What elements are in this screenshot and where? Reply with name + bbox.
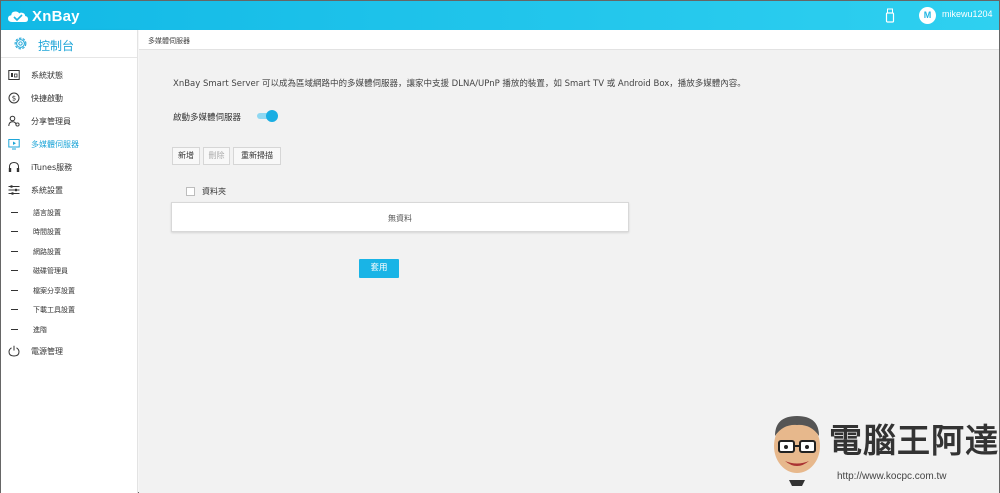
share-manager-icon	[8, 115, 20, 127]
table-header: 資料夾	[186, 185, 226, 197]
logo-text: XnBay	[32, 7, 80, 25]
logo[interactable]: XnBay	[7, 6, 80, 26]
sidebar-item-label: 系統設置	[31, 186, 63, 195]
sidebar-item-label: iTunes服務	[31, 163, 73, 172]
sidebar-item-system-status[interactable]: 系統狀態	[1, 66, 137, 86]
sidebar-subitem-label: 網路設置	[33, 248, 61, 256]
sidebar-subitem-download-tools[interactable]: 下載工具設置	[1, 301, 137, 319]
power-icon	[8, 345, 20, 357]
add-button[interactable]: 新增	[172, 147, 200, 165]
media-server-toggle-label: 啟動多媒體伺服器	[173, 113, 242, 123]
watermark: 電腦王阿達 http://www.kocpc.com.tw	[761, 404, 999, 492]
watermark-url: http://www.kocpc.com.tw	[837, 471, 947, 482]
media-server-icon	[8, 139, 20, 150]
headphones-icon	[8, 161, 20, 172]
page-description: XnBay Smart Server 可以成為區域網路中的多媒體伺服器，讓家中支…	[173, 79, 746, 89]
sidebar-subitem-label: 語言設置	[33, 209, 61, 217]
folder-table: 無資料	[171, 202, 629, 232]
sidebar-subitem-disk-manager[interactable]: 磁碟管理員	[1, 262, 137, 280]
media-server-toggle[interactable]	[257, 110, 278, 122]
apply-button[interactable]: 套用	[359, 259, 399, 278]
sidebar-item-power[interactable]: 電源管理	[1, 342, 137, 362]
sidebar-item-quick-start[interactable]: $ 快捷啟動	[1, 89, 137, 109]
sidebar-subitem-time[interactable]: 時間設置	[1, 223, 137, 241]
breadcrumb: 多媒體伺服器	[148, 37, 190, 45]
folder-column-header: 資料夾	[202, 186, 226, 196]
sidebar-subitem-label: 進階	[33, 326, 47, 334]
sidebar-subitem-file-sharing[interactable]: 檔案分享設置	[1, 282, 137, 300]
sidebar-item-system-settings[interactable]: 系統設置	[1, 181, 137, 201]
status-icon	[8, 70, 20, 80]
sidebar-item-label: 多媒體伺服器	[31, 140, 79, 149]
sidebar-subitem-language[interactable]: 語言設置	[1, 204, 137, 222]
sidebar-item-label: 電源管理	[31, 347, 63, 356]
dash-icon	[11, 270, 18, 272]
sidebar-subitem-network[interactable]: 網路設置	[1, 243, 137, 261]
dash-icon	[11, 290, 18, 292]
quick-start-icon: $	[8, 92, 20, 104]
username[interactable]: mikewu1204	[942, 9, 993, 19]
sidebar-subitem-label: 下載工具設置	[33, 306, 75, 314]
svg-text:$: $	[12, 95, 16, 103]
empty-message: 無資料	[388, 214, 412, 223]
dash-icon	[11, 309, 18, 311]
breadcrumb-bar: 多媒體伺服器	[139, 30, 999, 50]
sidebar-item-label: 快捷啟動	[31, 94, 63, 103]
sidebar-subitem-label: 磁碟管理員	[33, 267, 68, 275]
sidebar-item-label: 分享管理員	[31, 117, 71, 126]
dash-icon	[11, 212, 18, 214]
dashboard-label: 控制台	[38, 39, 75, 53]
delete-button[interactable]: 刪除	[203, 147, 230, 165]
sidebar-subitem-label: 檔案分享設置	[33, 287, 75, 295]
watermark-title: 電腦王阿達	[829, 421, 999, 460]
sliders-icon	[8, 185, 20, 195]
toggle-knob	[266, 110, 278, 122]
sidebar-item-label: 系統狀態	[31, 71, 63, 80]
sidebar: 控制台 系統狀態 $ 快捷啟動 分享管理員 多媒體伺服器 iTunes服務 系統…	[1, 30, 138, 493]
dash-icon	[11, 329, 18, 331]
sidebar-item-share-manager[interactable]: 分享管理員	[1, 112, 137, 132]
select-all-checkbox[interactable]	[186, 186, 195, 196]
rescan-button[interactable]: 重新掃描	[233, 147, 281, 165]
usb-icon[interactable]	[885, 8, 895, 23]
sidebar-subitem-label: 時間設置	[33, 228, 61, 236]
sidebar-dashboard[interactable]: 控制台	[1, 30, 137, 58]
sidebar-item-media-server[interactable]: 多媒體伺服器	[1, 135, 137, 155]
gear-icon	[14, 37, 27, 50]
sidebar-item-itunes[interactable]: iTunes服務	[1, 158, 137, 178]
dash-icon	[11, 251, 18, 253]
dash-icon	[11, 231, 18, 233]
cloud-logo-icon	[8, 11, 28, 22]
top-bar: XnBay M mikewu1204	[1, 1, 999, 30]
mascot-face-icon	[774, 416, 820, 486]
avatar[interactable]: M	[919, 7, 936, 24]
sidebar-subitem-advanced[interactable]: 進階	[1, 321, 137, 339]
